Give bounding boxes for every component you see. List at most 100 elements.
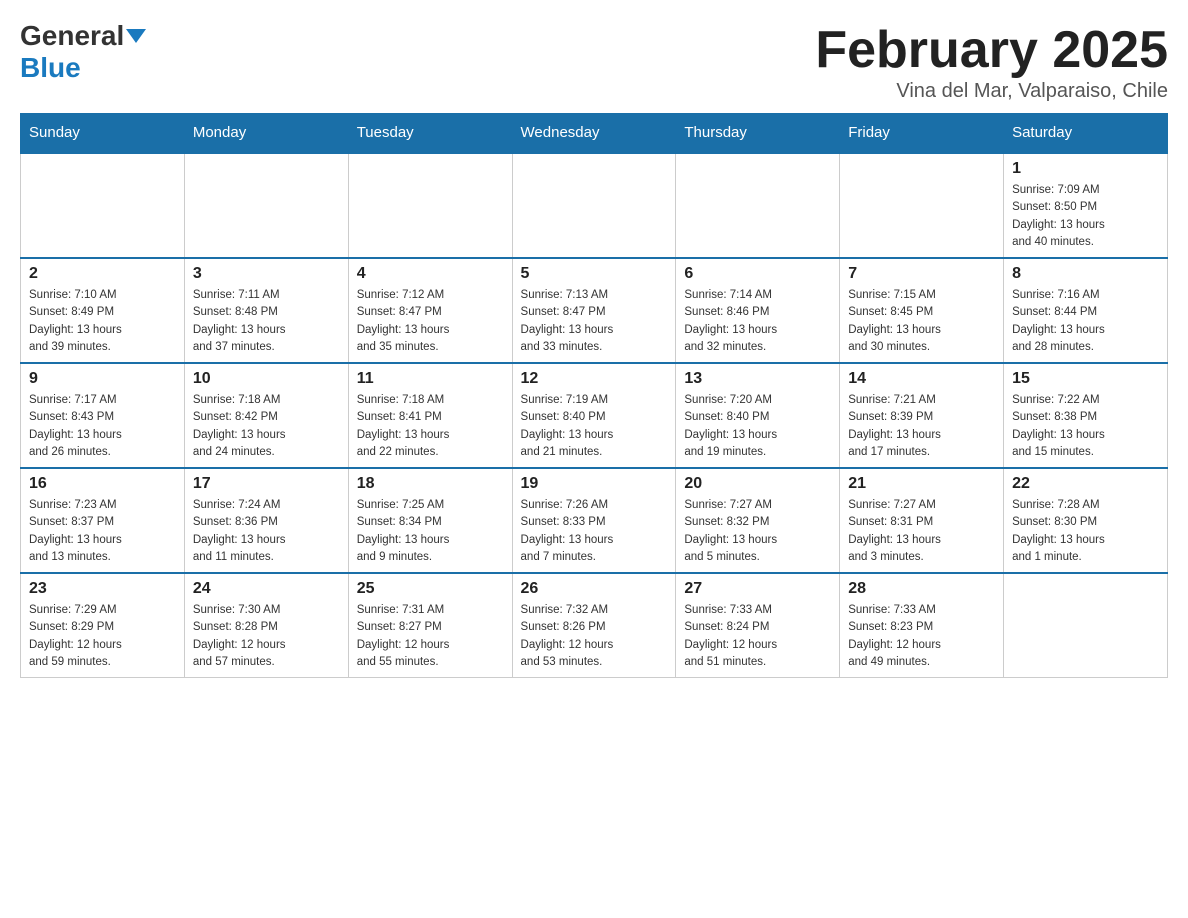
title-block: February 2025 Vina del Mar, Valparaiso, … (815, 20, 1168, 103)
day-number: 8 (1012, 265, 1159, 283)
calendar-cell: 16Sunrise: 7:23 AM Sunset: 8:37 PM Dayli… (21, 468, 185, 573)
logo-triangle-icon (126, 29, 146, 43)
calendar-cell: 1 Sunrise: 7:09 AM Sunset: 8:50 PM Daylig… (1004, 153, 1168, 259)
day-number: 9 (29, 370, 176, 388)
col-header-friday: Friday (840, 114, 1004, 153)
calendar-row-week-3: 9 Sunrise: 7:17 AM Sunset: 8:43 PM Daylig… (21, 363, 1168, 468)
logo-blue-text: Blue (20, 52, 81, 84)
page-header: General Blue February 2025 Vina del Mar,… (20, 20, 1168, 103)
calendar-cell (840, 153, 1004, 259)
day-info: Sunrise: 7:26 AM Sunset: 8:33 PM Dayligh… (521, 497, 668, 566)
calendar-cell: 18Sunrise: 7:25 AM Sunset: 8:34 PM Dayli… (348, 468, 512, 573)
day-info: Sunrise: 7:21 AM Sunset: 8:39 PM Dayligh… (848, 392, 995, 461)
day-number: 10 (193, 370, 340, 388)
calendar-cell: 8 Sunrise: 7:16 AM Sunset: 8:44 PM Daylig… (1004, 258, 1168, 363)
day-info: Sunrise: 7:25 AM Sunset: 8:34 PM Dayligh… (357, 497, 504, 566)
calendar-cell: 2 Sunrise: 7:10 AM Sunset: 8:49 PM Daylig… (21, 258, 185, 363)
day-number: 14 (848, 370, 995, 388)
logo: General Blue (20, 20, 146, 84)
day-number: 25 (357, 580, 504, 598)
calendar-cell: 17 Sunrise: 7:24 AM Sunset: 8:36 PM Dayli… (184, 468, 348, 573)
calendar-cell: 28 Sunrise: 7:33 AM Sunset: 8:23 PM Dayli… (840, 573, 1004, 678)
day-info: Sunrise: 7:33 AM Sunset: 8:23 PM Dayligh… (848, 602, 995, 671)
calendar-cell (676, 153, 840, 259)
calendar-cell: 22 Sunrise: 7:28 AM Sunset: 8:30 PM Dayli… (1004, 468, 1168, 573)
day-number: 11 (357, 370, 504, 388)
day-info: Sunrise: 7:17 AM Sunset: 8:43 PM Dayligh… (29, 392, 176, 461)
month-title: February 2025 (815, 20, 1168, 80)
calendar-cell: 14 Sunrise: 7:21 AM Sunset: 8:39 PM Dayli… (840, 363, 1004, 468)
calendar-cell: 23 Sunrise: 7:29 AM Sunset: 8:29 PM Dayli… (21, 573, 185, 678)
calendar-cell: 21 Sunrise: 7:27 AM Sunset: 8:31 PM Dayli… (840, 468, 1004, 573)
calendar-cell: 10 Sunrise: 7:18 AM Sunset: 8:42 PM Dayli… (184, 363, 348, 468)
day-info: Sunrise: 7:20 AM Sunset: 8:40 PM Dayligh… (684, 392, 831, 461)
logo-general-text: General (20, 20, 124, 52)
day-info: Sunrise: 7:19 AM Sunset: 8:40 PM Dayligh… (521, 392, 668, 461)
day-number: 7 (848, 265, 995, 283)
location-subtitle: Vina del Mar, Valparaiso, Chile (815, 80, 1168, 103)
day-info: Sunrise: 7:10 AM Sunset: 8:49 PM Dayligh… (29, 287, 176, 356)
day-info: Sunrise: 7:09 AM Sunset: 8:50 PM Dayligh… (1012, 182, 1159, 251)
calendar-cell: 27 Sunrise: 7:33 AM Sunset: 8:24 PM Dayli… (676, 573, 840, 678)
day-number: 2 (29, 265, 176, 283)
day-number: 24 (193, 580, 340, 598)
col-header-monday: Monday (184, 114, 348, 153)
day-info: Sunrise: 7:13 AM Sunset: 8:47 PM Dayligh… (521, 287, 668, 356)
col-header-thursday: Thursday (676, 114, 840, 153)
day-info: Sunrise: 7:33 AM Sunset: 8:24 PM Dayligh… (684, 602, 831, 671)
day-info: Sunrise: 7:22 AM Sunset: 8:38 PM Dayligh… (1012, 392, 1159, 461)
day-number: 4 (357, 265, 504, 283)
calendar-cell: 20 Sunrise: 7:27 AM Sunset: 8:32 PM Dayli… (676, 468, 840, 573)
day-number: 26 (521, 580, 668, 598)
day-number: 28 (848, 580, 995, 598)
calendar-table: SundayMondayTuesdayWednesdayThursdayFrid… (20, 113, 1168, 678)
day-number: 23 (29, 580, 176, 598)
day-number: 27 (684, 580, 831, 598)
day-info: Sunrise: 7:18 AM Sunset: 8:42 PM Dayligh… (193, 392, 340, 461)
calendar-cell: 26 Sunrise: 7:32 AM Sunset: 8:26 PM Dayli… (512, 573, 676, 678)
day-number: 21 (848, 475, 995, 493)
day-info: Sunrise: 7:16 AM Sunset: 8:44 PM Dayligh… (1012, 287, 1159, 356)
day-number: 22 (1012, 475, 1159, 493)
day-info: Sunrise: 7:14 AM Sunset: 8:46 PM Dayligh… (684, 287, 831, 356)
day-info: Sunrise: 7:18 AM Sunset: 8:41 PM Dayligh… (357, 392, 504, 461)
day-number: 12 (521, 370, 668, 388)
calendar-row-week-5: 23 Sunrise: 7:29 AM Sunset: 8:29 PM Dayli… (21, 573, 1168, 678)
day-info: Sunrise: 7:23 AM Sunset: 8:37 PM Dayligh… (29, 497, 176, 566)
col-header-tuesday: Tuesday (348, 114, 512, 153)
day-info: Sunrise: 7:11 AM Sunset: 8:48 PM Dayligh… (193, 287, 340, 356)
day-info: Sunrise: 7:24 AM Sunset: 8:36 PM Dayligh… (193, 497, 340, 566)
day-info: Sunrise: 7:31 AM Sunset: 8:27 PM Dayligh… (357, 602, 504, 671)
day-info: Sunrise: 7:28 AM Sunset: 8:30 PM Dayligh… (1012, 497, 1159, 566)
calendar-cell: 15 Sunrise: 7:22 AM Sunset: 8:38 PM Dayli… (1004, 363, 1168, 468)
day-info: Sunrise: 7:27 AM Sunset: 8:32 PM Dayligh… (684, 497, 831, 566)
calendar-row-week-4: 16Sunrise: 7:23 AM Sunset: 8:37 PM Dayli… (21, 468, 1168, 573)
day-info: Sunrise: 7:32 AM Sunset: 8:26 PM Dayligh… (521, 602, 668, 671)
calendar-row-week-1: 1 Sunrise: 7:09 AM Sunset: 8:50 PM Daylig… (21, 153, 1168, 259)
calendar-cell: 13Sunrise: 7:20 AM Sunset: 8:40 PM Dayli… (676, 363, 840, 468)
calendar-cell: 6 Sunrise: 7:14 AM Sunset: 8:46 PM Daylig… (676, 258, 840, 363)
day-number: 20 (684, 475, 831, 493)
day-info: Sunrise: 7:15 AM Sunset: 8:45 PM Dayligh… (848, 287, 995, 356)
calendar-header-row: SundayMondayTuesdayWednesdayThursdayFrid… (21, 114, 1168, 153)
calendar-cell: 25 Sunrise: 7:31 AM Sunset: 8:27 PM Dayli… (348, 573, 512, 678)
calendar-row-week-2: 2 Sunrise: 7:10 AM Sunset: 8:49 PM Daylig… (21, 258, 1168, 363)
col-header-wednesday: Wednesday (512, 114, 676, 153)
day-number: 15 (1012, 370, 1159, 388)
calendar-cell: 3Sunrise: 7:11 AM Sunset: 8:48 PM Daylig… (184, 258, 348, 363)
calendar-cell: 12 Sunrise: 7:19 AM Sunset: 8:40 PM Dayli… (512, 363, 676, 468)
calendar-cell (184, 153, 348, 259)
calendar-cell (1004, 573, 1168, 678)
calendar-cell: 24 Sunrise: 7:30 AM Sunset: 8:28 PM Dayli… (184, 573, 348, 678)
col-header-saturday: Saturday (1004, 114, 1168, 153)
day-info: Sunrise: 7:27 AM Sunset: 8:31 PM Dayligh… (848, 497, 995, 566)
day-info: Sunrise: 7:29 AM Sunset: 8:29 PM Dayligh… (29, 602, 176, 671)
day-number: 1 (1012, 160, 1159, 178)
day-number: 17 (193, 475, 340, 493)
calendar-cell: 5Sunrise: 7:13 AM Sunset: 8:47 PM Daylig… (512, 258, 676, 363)
day-info: Sunrise: 7:30 AM Sunset: 8:28 PM Dayligh… (193, 602, 340, 671)
calendar-cell (21, 153, 185, 259)
day-number: 6 (684, 265, 831, 283)
col-header-sunday: Sunday (21, 114, 185, 153)
calendar-cell (348, 153, 512, 259)
